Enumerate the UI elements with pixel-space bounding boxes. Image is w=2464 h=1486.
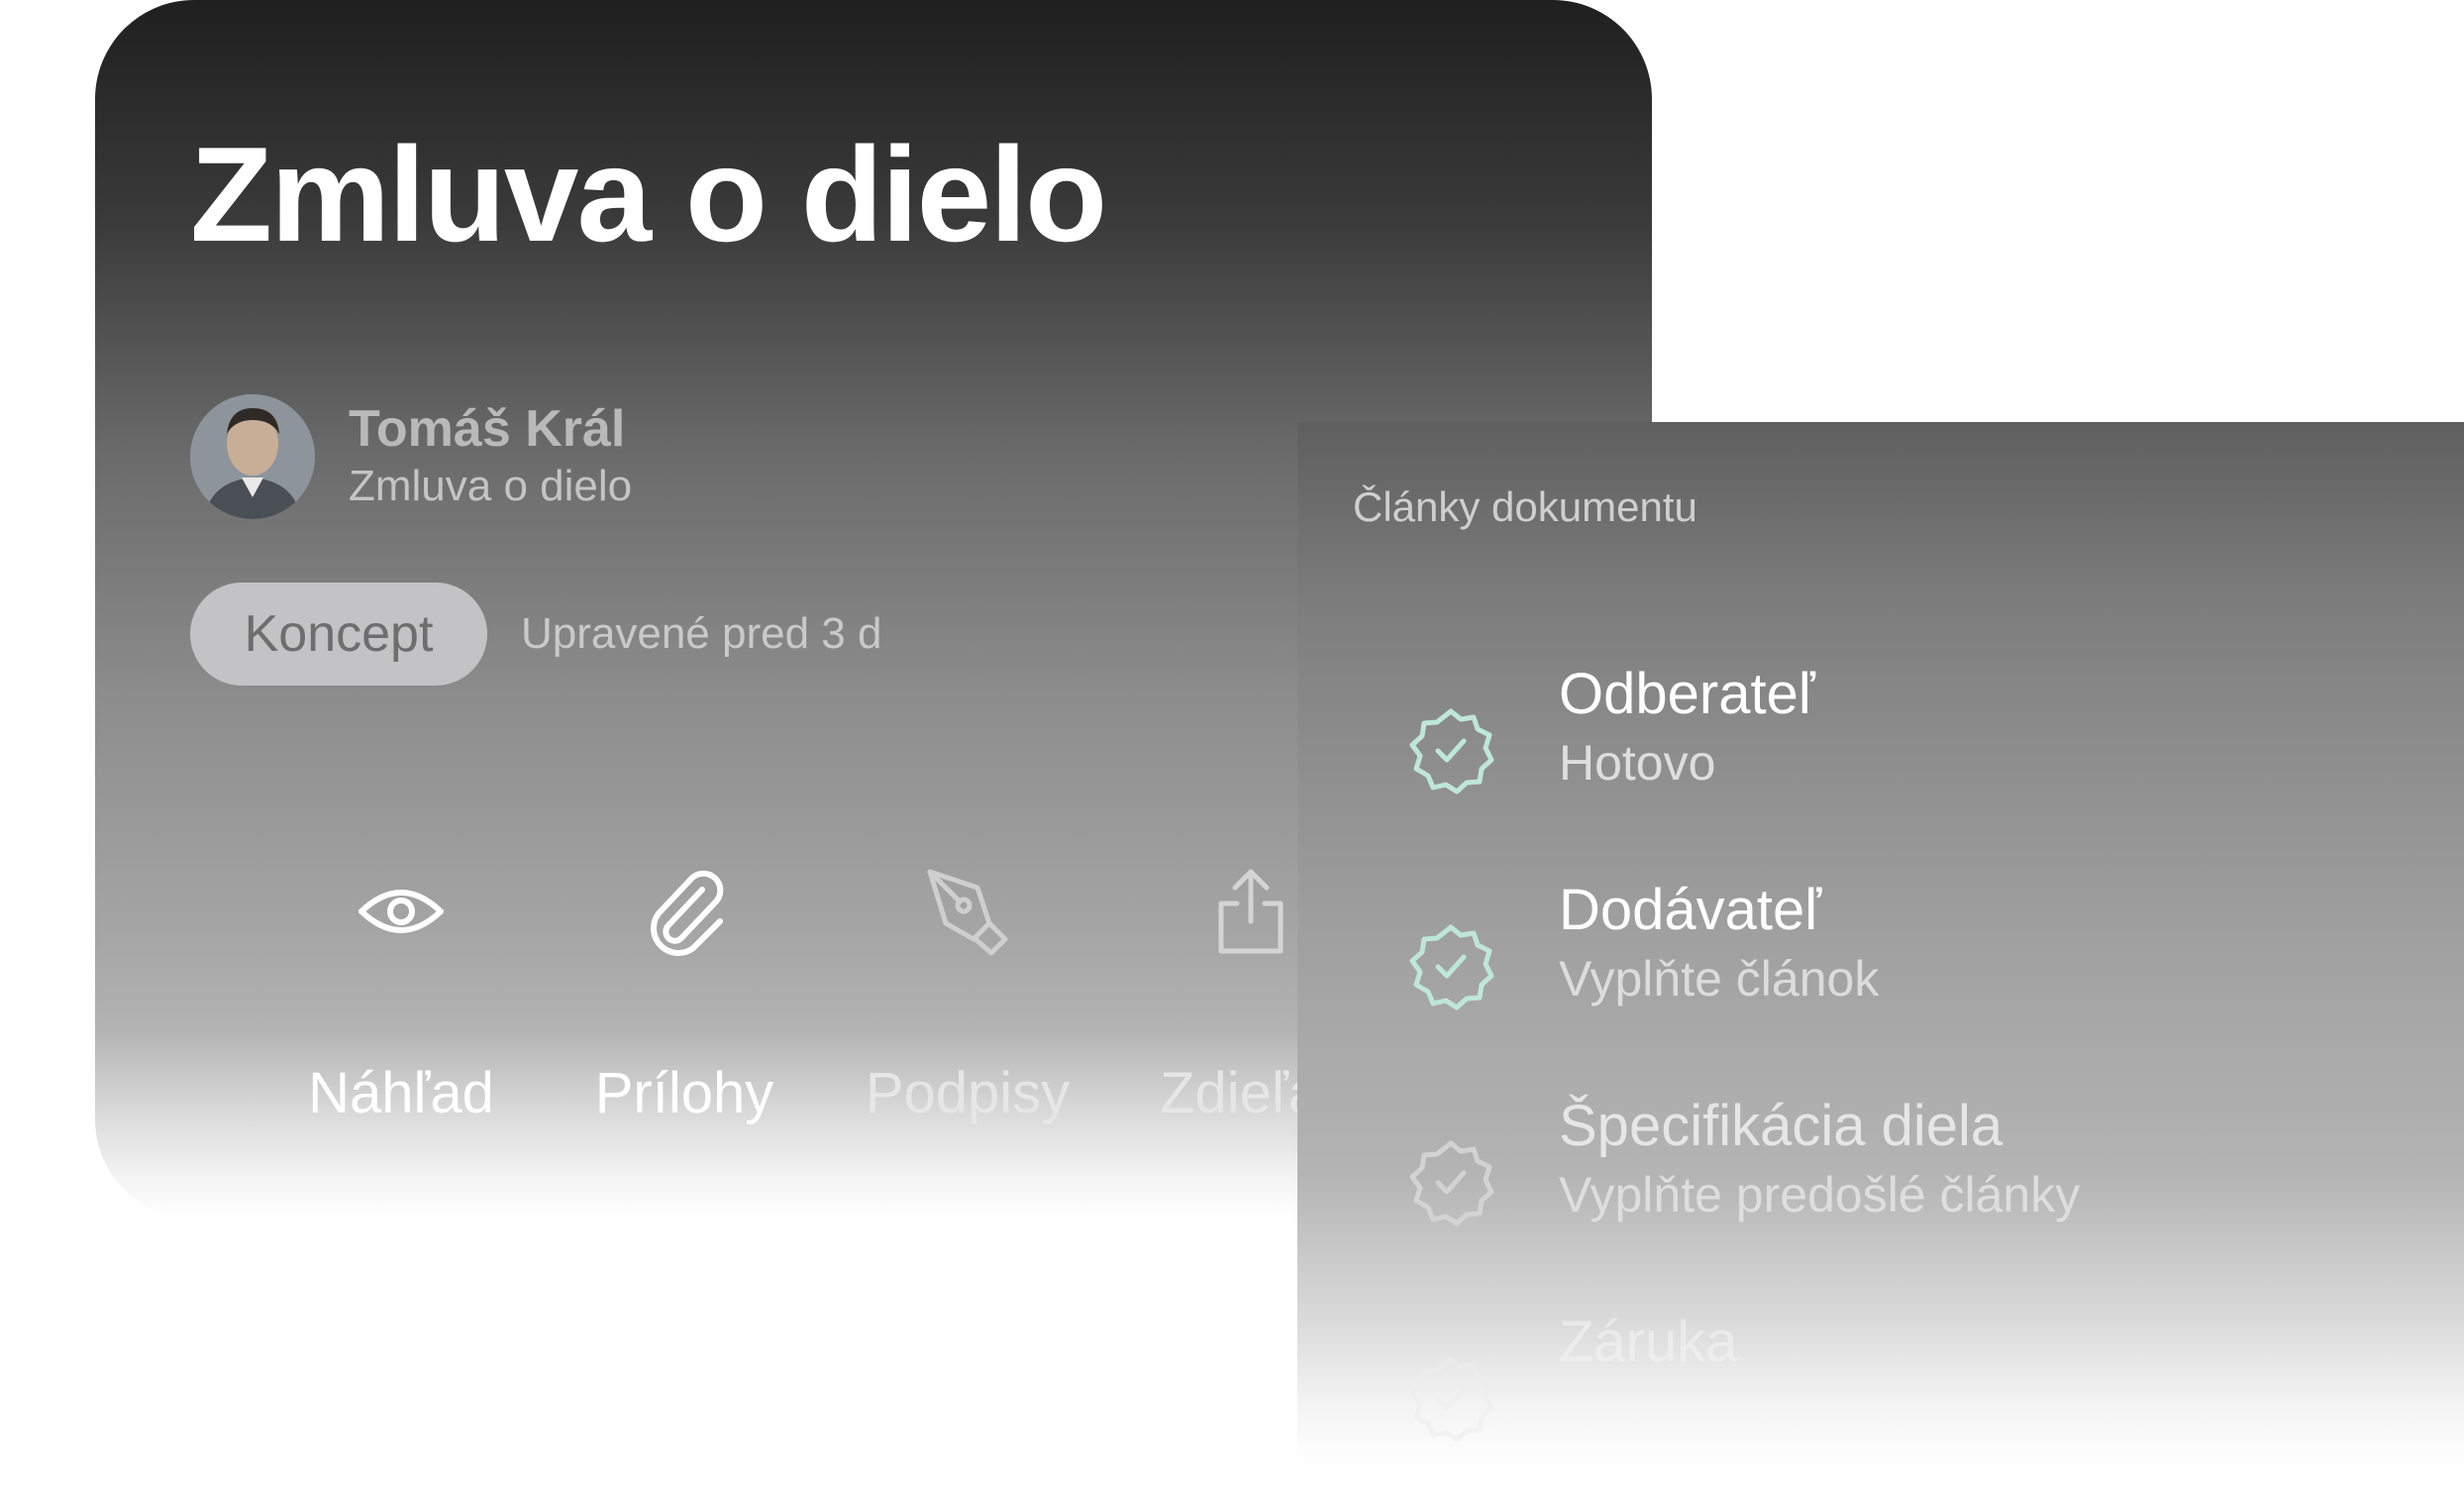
signatures-button[interactable]: Podpisy <box>826 862 1109 1139</box>
article-name: Špecifikácia diela <box>1559 1094 2003 1158</box>
verified-badge-icon <box>1406 1353 1495 1442</box>
author-text: Tomáš Král Zmluva o dielo <box>349 399 632 514</box>
attachments-label: Prílohy <box>594 1061 774 1125</box>
avatar-photo <box>190 394 315 519</box>
signatures-label: Podpisy <box>865 1061 1071 1125</box>
verified-badge-icon <box>1406 1137 1495 1226</box>
article-item-supplier[interactable]: Dodávateľ Vyplňte článok <box>1406 876 2456 1054</box>
share-icon <box>1201 862 1300 961</box>
status-row: Koncept Upravené pred 3 d <box>190 583 881 686</box>
article-status: Vyplňte článok <box>1559 951 1880 1007</box>
article-status: Vyplňte predošlé články <box>1559 1167 2081 1222</box>
author-document: Zmluva o dielo <box>349 462 633 510</box>
avatar[interactable] <box>190 394 315 519</box>
document-articles-panel: Články dokumentu Odberateľ Hotovo Dodáva… <box>1297 422 2464 1466</box>
paperclip-icon <box>635 862 734 961</box>
preview-label: Náhľad <box>308 1061 494 1125</box>
article-item-warranty[interactable]: Záruka <box>1406 1308 2456 1486</box>
verified-badge-icon <box>1406 705 1495 795</box>
action-bar: Náhľad Prílohy Podpisy Zdieľať <box>95 862 1342 1139</box>
article-item-customer[interactable]: Odberateľ Hotovo <box>1406 660 2456 838</box>
document-title: Zmluva o dielo <box>190 119 1107 269</box>
article-texts: Dodávateľ Vyplňte článok <box>1559 876 1879 1012</box>
article-name: Dodávateľ <box>1559 878 1822 942</box>
eye-icon <box>352 862 451 961</box>
author-row: Tomáš Král Zmluva o dielo <box>190 392 632 521</box>
attachments-button[interactable]: Prílohy <box>543 862 826 1139</box>
last-modified: Upravené pred 3 d <box>521 609 882 658</box>
article-name: Odberateľ <box>1559 662 1815 726</box>
article-texts: Záruka <box>1559 1308 1738 1377</box>
article-texts: Špecifikácia diela Vyplňte predošlé člán… <box>1559 1092 2080 1228</box>
status-badge: Koncept <box>190 583 487 686</box>
author-name[interactable]: Tomáš Král <box>349 399 632 459</box>
articles-heading: Články dokumentu <box>1353 483 1697 530</box>
pen-nib-icon <box>918 862 1017 961</box>
article-name: Záruka <box>1559 1310 1738 1374</box>
article-item-work-specification[interactable]: Špecifikácia diela Vyplňte predošlé člán… <box>1406 1092 2456 1270</box>
article-texts: Odberateľ Hotovo <box>1559 660 1815 796</box>
verified-badge-icon <box>1406 921 1495 1010</box>
preview-button[interactable]: Náhľad <box>259 862 543 1139</box>
article-status: Hotovo <box>1559 735 1716 791</box>
